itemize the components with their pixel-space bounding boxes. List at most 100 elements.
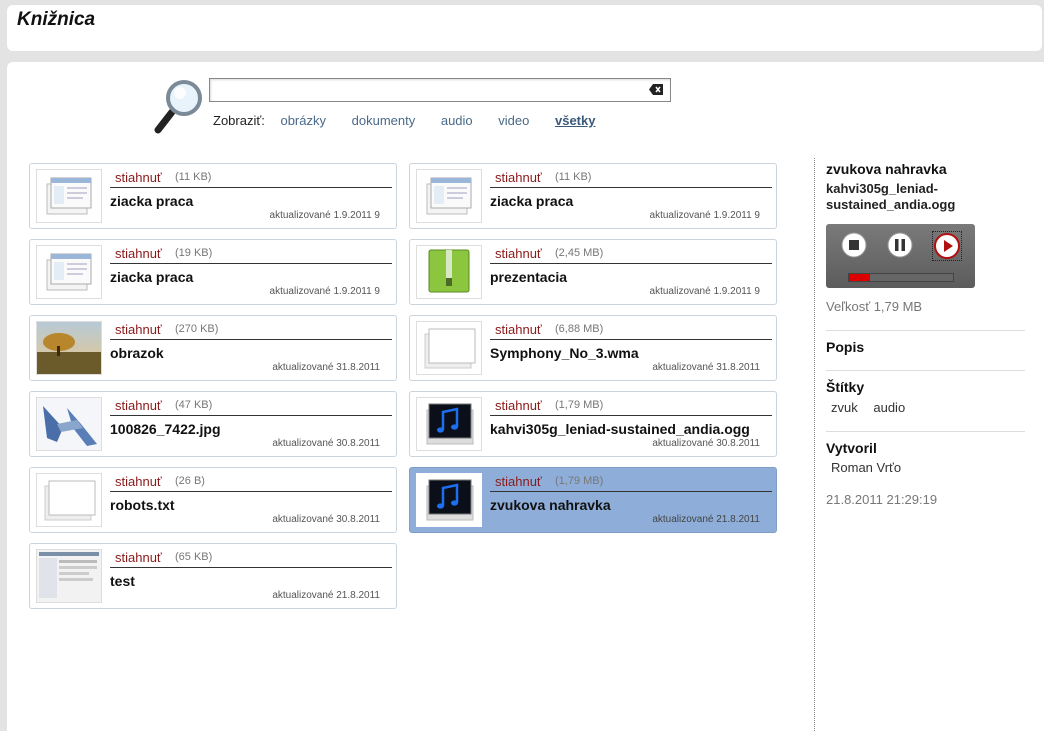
card-header: stiahnuť (6,88 MB) bbox=[490, 322, 772, 340]
download-link[interactable]: stiahnuť bbox=[495, 398, 542, 413]
file-name[interactable]: prezentacia bbox=[490, 269, 567, 285]
card-header: stiahnuť (26 B) bbox=[110, 474, 392, 492]
card-header: stiahnuť (11 KB) bbox=[490, 170, 772, 188]
blank-file-icon[interactable] bbox=[36, 473, 102, 527]
download-link[interactable]: stiahnuť bbox=[495, 170, 542, 185]
file-size: (19 KB) bbox=[175, 247, 213, 259]
photo-thumbnail[interactable] bbox=[36, 397, 102, 451]
created-date: 21.8.2011 21:29:19 bbox=[826, 492, 938, 507]
file-card[interactable]: stiahnuť (1,79 MB) kahvi305g_leniad-sustai… bbox=[409, 391, 777, 457]
divider bbox=[826, 330, 1025, 331]
divider bbox=[826, 370, 1025, 371]
file-size: (2,45 MB) bbox=[555, 247, 604, 259]
filter-documents[interactable]: dokumenty bbox=[352, 113, 416, 128]
download-link[interactable]: stiahnuť bbox=[115, 550, 162, 565]
file-name[interactable]: ziacka praca bbox=[110, 269, 193, 285]
file-size: (11 KB) bbox=[555, 171, 592, 183]
tag-item[interactable]: zvuk bbox=[831, 400, 858, 415]
detail-title: zvukova nahravka bbox=[826, 161, 947, 177]
file-updated: aktualizované 1.9.2011 9 bbox=[649, 286, 760, 297]
card-header: stiahnuť (2,45 MB) bbox=[490, 246, 772, 264]
detail-filename: kahvi305g_leniad-sustained_andia.ogg bbox=[826, 181, 956, 212]
download-link[interactable]: stiahnuť bbox=[115, 170, 162, 185]
file-card[interactable]: stiahnuť (47 KB) 100826_7422.jpg aktualizov… bbox=[29, 391, 397, 457]
tag-item[interactable]: audio bbox=[873, 400, 905, 415]
file-name[interactable]: ziacka praca bbox=[110, 193, 193, 209]
document-icon[interactable] bbox=[416, 169, 482, 223]
file-name[interactable]: Symphony_No_3.wma bbox=[490, 345, 639, 361]
file-updated: aktualizované 1.9.2011 9 bbox=[649, 210, 760, 221]
file-size: (1,79 MB) bbox=[555, 475, 604, 487]
play-button[interactable] bbox=[932, 231, 962, 261]
file-updated: aktualizované 30.8.2011 bbox=[272, 514, 380, 525]
header-bar: Knižnica bbox=[7, 5, 1042, 51]
archive-icon[interactable] bbox=[416, 245, 482, 299]
document-icon[interactable] bbox=[36, 245, 102, 299]
file-name[interactable]: ziacka praca bbox=[490, 193, 573, 209]
search-input[interactable] bbox=[209, 78, 671, 102]
download-link[interactable]: stiahnuť bbox=[115, 322, 162, 337]
tags-heading: Štítky bbox=[826, 379, 865, 395]
main-panel: Zobraziť: obrázky dokumenty audio video … bbox=[7, 62, 1044, 731]
download-link[interactable]: stiahnuť bbox=[115, 398, 162, 413]
file-card[interactable]: stiahnuť (11 KB) ziacka praca aktualizované… bbox=[29, 163, 397, 229]
file-card[interactable]: stiahnuť (1,79 MB) zvukova nahravka aktuali… bbox=[409, 467, 777, 533]
description-heading: Popis bbox=[826, 339, 865, 355]
audio-player bbox=[826, 224, 975, 288]
file-name[interactable]: test bbox=[110, 573, 135, 589]
download-link[interactable]: stiahnuť bbox=[495, 322, 542, 337]
file-card[interactable]: stiahnuť (26 B) robots.txt aktualizované 30… bbox=[29, 467, 397, 533]
file-size: (6,88 MB) bbox=[555, 323, 604, 335]
file-size: (65 KB) bbox=[175, 551, 213, 563]
file-name[interactable]: 100826_7422.jpg bbox=[110, 421, 221, 437]
file-name[interactable]: zvukova nahravka bbox=[490, 497, 611, 513]
file-updated: aktualizované 21.8.2011 bbox=[652, 514, 760, 525]
music-icon[interactable] bbox=[416, 397, 482, 451]
download-link[interactable]: stiahnuť bbox=[115, 474, 162, 489]
page-title: Knižnica bbox=[17, 9, 96, 30]
file-updated: aktualizované 31.8.2011 bbox=[652, 362, 760, 373]
playback-progress-fill bbox=[849, 274, 870, 281]
filter-images[interactable]: obrázky bbox=[280, 113, 326, 128]
filter-video[interactable]: video bbox=[498, 113, 529, 128]
landscape-photo[interactable] bbox=[36, 321, 102, 375]
detail-size: Veľkosť 1,79 MB bbox=[826, 299, 923, 314]
file-updated: aktualizované 30.8.2011 bbox=[652, 438, 760, 449]
download-link[interactable]: stiahnuť bbox=[495, 246, 542, 261]
file-size: (270 KB) bbox=[175, 323, 219, 335]
file-card[interactable]: stiahnuť (19 KB) ziacka praca aktualizované… bbox=[29, 239, 397, 305]
detail-sidebar: zvukova nahravka kahvi305g_leniad-sustai… bbox=[814, 158, 1044, 731]
file-card[interactable]: stiahnuť (65 KB) test aktualizované 21.8.20… bbox=[29, 543, 397, 609]
clear-search-icon[interactable] bbox=[649, 84, 663, 95]
stop-button[interactable] bbox=[840, 231, 868, 259]
file-card[interactable]: stiahnuť (270 KB) obrazok aktualizované 31.… bbox=[29, 315, 397, 381]
blank-file-icon[interactable] bbox=[416, 321, 482, 375]
document-icon[interactable] bbox=[36, 169, 102, 223]
file-card[interactable]: stiahnuť (2,45 MB) prezentacia aktualizovan… bbox=[409, 239, 777, 305]
file-name[interactable]: robots.txt bbox=[110, 497, 175, 513]
file-size: (47 KB) bbox=[175, 399, 213, 411]
download-link[interactable]: stiahnuť bbox=[115, 246, 162, 261]
file-updated: aktualizované 1.9.2011 9 bbox=[269, 210, 380, 221]
divider bbox=[826, 431, 1025, 432]
filter-audio[interactable]: audio bbox=[441, 113, 473, 128]
music-icon[interactable] bbox=[416, 473, 482, 527]
author-heading: Vytvoril bbox=[826, 440, 877, 456]
playback-progress[interactable] bbox=[848, 273, 954, 282]
screenshot-thumbnail[interactable] bbox=[36, 549, 102, 603]
file-size: (1,79 MB) bbox=[555, 399, 604, 411]
filter-label: Zobraziť: bbox=[213, 113, 265, 128]
file-updated: aktualizované 30.8.2011 bbox=[272, 438, 380, 449]
magnifier-icon bbox=[154, 80, 202, 134]
file-card[interactable]: stiahnuť (11 KB) ziacka praca aktualizované… bbox=[409, 163, 777, 229]
download-link[interactable]: stiahnuť bbox=[495, 474, 542, 489]
filter-all[interactable]: všetky bbox=[555, 113, 595, 128]
card-header: stiahnuť (11 KB) bbox=[110, 170, 392, 188]
file-name[interactable]: kahvi305g_leniad-sustained_andia.ogg bbox=[490, 421, 750, 437]
file-updated: aktualizované 21.8.2011 bbox=[272, 590, 380, 601]
file-card[interactable]: stiahnuť (6,88 MB) Symphony_No_3.wmaaktual… bbox=[409, 315, 777, 381]
file-name[interactable]: obrazok bbox=[110, 345, 164, 361]
author-name: Roman Vrťo bbox=[831, 460, 902, 475]
pause-button[interactable] bbox=[886, 231, 914, 259]
file-size: (26 B) bbox=[175, 475, 205, 487]
